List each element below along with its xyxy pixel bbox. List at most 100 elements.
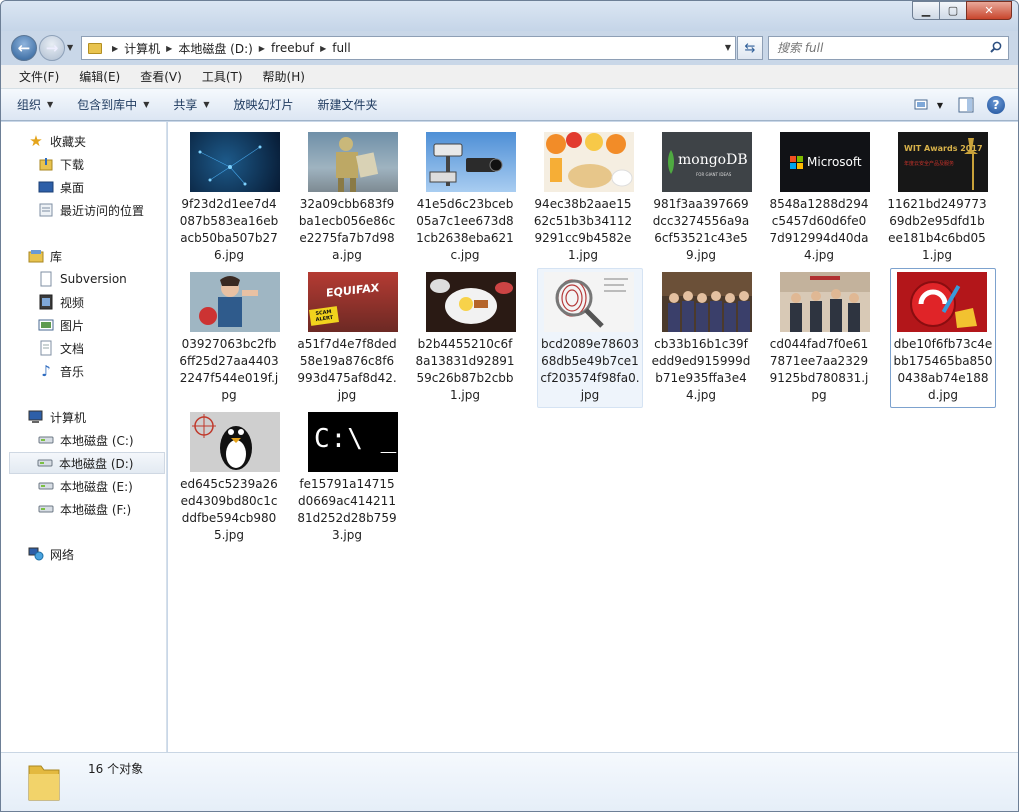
nav-documents[interactable]: 文档 [38, 337, 84, 359]
address-bar[interactable]: ▶ 计算机 ▶ 本地磁盘 (D:) ▶ freebuf ▶ full ▼ [81, 36, 736, 60]
file-item[interactable]: bcd2089e7860368db5e49b7ce1cf203574f98fa0… [537, 268, 643, 408]
file-name: 11621bd24977369db2e95dfd1bee181b4c6bd051… [887, 197, 987, 262]
breadcrumb-drive-d[interactable]: 本地磁盘 (D:) [178, 40, 252, 57]
mongodb-logo-text: mongoDB [678, 152, 748, 168]
file-item[interactable]: WIT Awards 2017 年度云安全产品及服务 11621bd249773… [884, 128, 990, 268]
nav-libraries[interactable]: 库 [28, 245, 62, 267]
file-item[interactable]: 9f23d2d1ee7d4087b583ea16ebacb50ba507b276… [176, 128, 282, 268]
back-button[interactable]: ← [11, 35, 37, 61]
nav-downloads-label: 下载 [60, 157, 85, 172]
nav-music-label: 音乐 [60, 364, 85, 379]
preview-pane-icon [958, 97, 974, 113]
close-button[interactable]: ✕ [966, 1, 1012, 20]
search-input[interactable] [777, 38, 977, 58]
menu-bar: 文件(F) 编辑(E) 查看(V) 工具(T) 帮助(H) [1, 65, 1018, 89]
chevron-right-icon[interactable]: ▶ [166, 44, 172, 53]
video-icon [38, 294, 54, 310]
file-item[interactable]: 32a09cbb683f9ba1ecb056e86ce2275fa7b7d98a… [294, 128, 400, 268]
microsoft-logo-text: Microsoft [807, 155, 862, 169]
nav-recent[interactable]: 最近访问的位置 [38, 199, 144, 221]
nav-computer[interactable]: 计算机 [28, 406, 86, 428]
file-name: bcd2089e7860368db5e49b7ce1cf203574f98fa0… [540, 337, 640, 402]
change-view-button[interactable] [912, 95, 932, 115]
view-options-dropdown[interactable]: ▼ [934, 95, 946, 115]
downloads-folder-icon [38, 156, 54, 172]
menu-tools[interactable]: 工具(T) [192, 68, 253, 85]
nav-network[interactable]: 网络 [28, 543, 74, 565]
file-item[interactable]: C:\ _ fe15791a14715d0669ac41421181d252d2… [294, 408, 400, 548]
preview-pane-button[interactable] [956, 95, 976, 115]
menu-help[interactable]: 帮助(H) [253, 68, 315, 85]
nav-pictures[interactable]: 图片 [38, 314, 84, 336]
file-name: 41e5d6c23bceb05a7c1ee673d81cb2638eba621c… [416, 197, 514, 262]
file-name: ed645c5239a26ed4309bd80c1cddfbe594cb9805… [180, 477, 278, 542]
image-thumbnail [190, 132, 280, 192]
refresh-button[interactable]: ⇆ [737, 36, 763, 60]
maximize-button[interactable]: ▢ [939, 1, 966, 20]
file-item[interactable]: cb33b16b1c39fedd9ed915999db71e935ffa3e44… [648, 268, 754, 408]
chevron-right-icon[interactable]: ▶ [320, 44, 326, 53]
documents-icon [38, 340, 54, 356]
command-bar: 组织 ▼ 包含到库中 ▼ 共享 ▼ 放映幻灯片 新建文件夹 ▼ ? [1, 89, 1018, 121]
nav-computer-label: 计算机 [50, 410, 87, 425]
file-item[interactable]: Microsoft 8548a1288d294c5457d60d6fe07d91… [766, 128, 872, 268]
nav-drive-c[interactable]: 本地磁盘 (C:) [38, 429, 134, 451]
nav-drive-d[interactable]: 本地磁盘 (D:) [9, 452, 165, 474]
file-item[interactable]: cd044fad7f0e617871ee7aa23299125bd780831.… [766, 268, 872, 408]
file-item[interactable]: 03927063bc2fb6ff25d27aa44032247f544e019f… [176, 268, 282, 408]
menu-view[interactable]: 查看(V) [130, 68, 192, 85]
include-in-library-button[interactable]: 包含到库中 ▼ [77, 96, 149, 113]
chevron-down-icon: ▼ [203, 100, 210, 109]
slideshow-button[interactable]: 放映幻灯片 [234, 96, 294, 113]
nav-drive-e[interactable]: 本地磁盘 (E:) [38, 475, 133, 497]
chevron-down-icon[interactable]: ▼ [725, 43, 731, 52]
chevron-right-icon[interactable]: ▶ [259, 44, 265, 53]
menu-file[interactable]: 文件(F) [9, 68, 69, 85]
organize-button[interactable]: 组织 ▼ [17, 96, 53, 113]
nav-music[interactable]: ♪ 音乐 [38, 360, 84, 382]
ccleaner-logo [910, 281, 977, 328]
search-icon[interactable] [990, 41, 1002, 53]
scam-alert-sign: SCAM ALERT [309, 306, 339, 326]
breadcrumb-computer[interactable]: 计算机 [124, 40, 160, 57]
breakfast-graphic [546, 132, 633, 188]
nav-videos[interactable]: 视频 [38, 291, 84, 313]
file-name: 8548a1288d294c5457d60d6fe07d912994d40da4… [769, 197, 869, 262]
file-item[interactable]: 41e5d6c23bceb05a7c1ee673d81cb2638eba621c… [412, 128, 518, 268]
breadcrumb-freebuf[interactable]: freebuf [271, 41, 314, 55]
image-thumbnail: EQUIFAX SCAM ALERT [308, 272, 398, 332]
new-folder-button[interactable]: 新建文件夹 [318, 96, 378, 113]
help-icon: ? [987, 96, 1005, 114]
nav-favorites[interactable]: ★ 收藏夹 [28, 130, 86, 152]
file-name: 981f3aa397669dcc3274556a9a6cf53521c43e59… [652, 197, 750, 262]
navigation-pane: ★ 收藏夹 下载 桌面 最近访问的位置 库 Subversion 视频 图片 文… [1, 122, 167, 752]
file-item[interactable]: 94ec38b2aae1562c51b3b341129291cc9b4582e1… [530, 128, 636, 268]
back-arrow-icon: ← [17, 39, 31, 57]
breadcrumb-full[interactable]: full [332, 41, 351, 55]
title-bar: ▁ ▢ ✕ [1, 1, 1018, 31]
nav-drive-c-label: 本地磁盘 (C:) [60, 433, 134, 448]
wit-awards-title: WIT Awards 2017 [904, 144, 983, 153]
share-button[interactable]: 共享 ▼ [173, 96, 209, 113]
details-pane: 16 个对象 [1, 752, 1018, 811]
forward-arrow-icon: → [45, 39, 59, 57]
nav-drive-f[interactable]: 本地磁盘 (F:) [38, 498, 131, 520]
forward-button[interactable]: → [39, 35, 65, 61]
help-button[interactable]: ? [986, 95, 1006, 115]
libraries-icon [28, 248, 44, 264]
file-item[interactable]: EQUIFAX SCAM ALERT a51f7d4e7f8ded58e19a8… [294, 268, 400, 408]
network-graphic [198, 145, 262, 186]
nav-desktop[interactable]: 桌面 [38, 176, 84, 198]
chevron-down-icon: ▼ [143, 100, 150, 109]
recent-pages-dropdown[interactable]: ▼ [67, 43, 73, 52]
menu-edit[interactable]: 编辑(E) [69, 68, 130, 85]
file-item[interactable]: mongoDB FOR GIANT IDEAS 981f3aa397669dcc… [648, 128, 754, 268]
minimize-button[interactable]: ▁ [912, 1, 939, 20]
file-item[interactable]: dbe10f6fb73c4ebb175465ba8500438ab74e188d… [890, 268, 996, 408]
nav-downloads[interactable]: 下载 [38, 153, 84, 175]
nav-subversion[interactable]: Subversion [38, 268, 127, 290]
file-item[interactable]: b2b4455210c6f8a13831d9289159c26b87b2cbb1… [412, 268, 518, 408]
nav-pictures-label: 图片 [60, 318, 85, 333]
file-item[interactable]: ed645c5239a26ed4309bd80c1cddfbe594cb9805… [176, 408, 282, 548]
chevron-right-icon[interactable]: ▶ [112, 44, 118, 53]
